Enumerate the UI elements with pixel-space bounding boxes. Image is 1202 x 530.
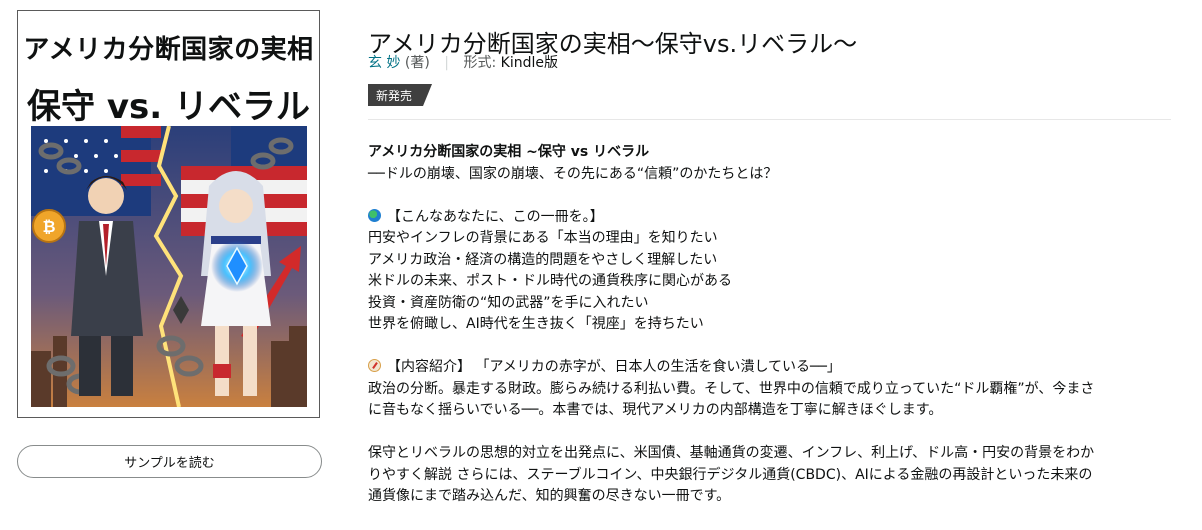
description-heading: アメリカ分断国家の実相 ~保守 vs リベラル <box>368 144 650 160</box>
list-item: 円安やインフレの背景にある「本当の理由」を知りたい <box>368 230 718 246</box>
new-release-badge-label: 新発売 <box>376 88 413 103</box>
cover-title-line2: 保守 vs. リベラル <box>27 87 310 127</box>
paragraph1-line1: 政治の分断。暴走する財政。膨らみ続ける利払い費。そして、世界中の信頼で成り立って… <box>368 380 1095 397</box>
new-release-badge: 新発売 <box>368 84 432 106</box>
author-link[interactable]: 玄 妙 <box>368 55 400 71</box>
svg-text:₿: ₿ <box>42 217 55 236</box>
format-label: 形式: <box>463 55 497 71</box>
compass-icon <box>368 359 381 372</box>
paragraph2-line1: 保守とリベラルの思想的対立を出発点に、米国債、基軸通貨の変遷、インフレ、利上げ、… <box>368 445 1095 461</box>
byline: 玄 妙 (著) | 形式: Kindle版 <box>368 52 558 72</box>
description-subheading: ──ドルの崩壊、国家の崩壊、その先にある“信頼”のかたちとは？ <box>368 165 778 182</box>
cover-illustration-image: ₿ <box>31 126 307 407</box>
list-item: 世界を俯瞰し、AI時代を生き抜く「視座」を持ちたい <box>368 316 704 332</box>
section2-title: 【内容紹介】 「アメリカの赤字が、日本人の生活を食い潰している──」 <box>387 359 841 375</box>
product-page: アメリカ分断国家の実相 保守 vs. リベラル ₿ サンプルを読む アメリカ分断… <box>0 0 1202 530</box>
book-description: アメリカ分断国家の実相 ~保守 vs リベラル ──ドルの崩壊、国家の崩壊、その… <box>368 142 1171 508</box>
cover-title-line1: アメリカ分断国家の実相 <box>23 35 314 65</box>
paragraph2-line3: 通貨像にまで踏み込んだ、知的興奮の尽きない一冊です。 <box>368 488 731 504</box>
book-cover[interactable]: アメリカ分断国家の実相 保守 vs. リベラル ₿ <box>17 10 320 418</box>
section1-title-row: 【こんなあなたに、この一冊を。】 <box>368 207 1171 229</box>
paragraph1-line2: に音もなく揺らいでいる──。本書では、現代アメリカの内部構造を丁寧に解きほぐしま… <box>368 402 943 418</box>
list-item: アメリカ政治・経済の構造的問題をやさしく理解したい <box>368 251 718 268</box>
read-sample-button[interactable]: サンプルを読む <box>17 445 322 478</box>
cover-illustration: ₿ <box>31 126 307 407</box>
format-value: Kindle版 <box>500 55 558 71</box>
section2-title-row: 【内容紹介】 「アメリカの赤字が、日本人の生活を食い潰している──」 <box>368 357 1171 379</box>
author-role: (著) <box>404 55 430 71</box>
list-item: 投資・資産防衛の“知の武器”を手に入れたい <box>368 294 649 311</box>
byline-separator: | <box>444 55 450 71</box>
globe-icon <box>368 208 381 222</box>
list-item: 米ドルの未来、ポスト・ドル時代の通貨秩序に関心がある <box>368 273 732 289</box>
section-divider <box>368 119 1171 120</box>
section1-title: 【こんなあなたに、この一冊を。】 <box>387 208 604 225</box>
paragraph2-line2: りやすく解説 さらには、ステーブルコイン、中央銀行デジタル通貨(CBDC)、AI… <box>368 466 1093 483</box>
